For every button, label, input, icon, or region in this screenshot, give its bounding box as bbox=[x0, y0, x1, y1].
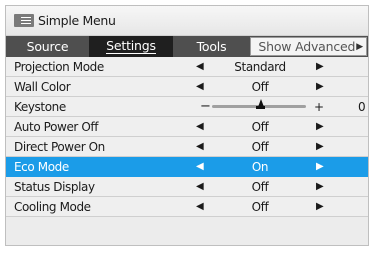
setting-label: Status Display bbox=[14, 179, 95, 194]
arrow-right-icon[interactable]: ▶ bbox=[316, 201, 324, 212]
tab-settings-label: Settings bbox=[106, 38, 156, 54]
arrow-right-icon[interactable]: ▶ bbox=[316, 161, 324, 172]
setting-value: Off bbox=[251, 199, 269, 214]
tab-source[interactable]: Source bbox=[6, 36, 89, 57]
setting-value: Off bbox=[251, 179, 269, 194]
setting-value: Off bbox=[251, 119, 269, 134]
setting-label: Direct Power On bbox=[14, 139, 105, 154]
setting-value: Off bbox=[251, 139, 269, 154]
menu-header: Simple Menu bbox=[6, 6, 368, 36]
setting-row-wall-color[interactable]: Wall Color ◀ Off ▶ bbox=[6, 77, 368, 97]
setting-value: 0 bbox=[358, 99, 366, 114]
setting-label: Projection Mode bbox=[14, 59, 104, 74]
menu-title: Simple Menu bbox=[38, 13, 116, 28]
setting-value: Off bbox=[251, 79, 269, 94]
menu-icon bbox=[14, 14, 34, 27]
tab-source-label: Source bbox=[26, 39, 69, 54]
setting-value: Standard bbox=[234, 59, 286, 74]
minus-icon[interactable]: − bbox=[200, 99, 211, 114]
plus-icon[interactable]: + bbox=[314, 100, 324, 114]
show-advanced-label: Show Advanced bbox=[258, 39, 356, 54]
arrow-right-icon[interactable]: ▶ bbox=[316, 121, 324, 132]
setting-label: Auto Power Off bbox=[14, 119, 99, 134]
arrow-right-icon[interactable]: ▶ bbox=[316, 81, 324, 92]
keystone-slider-thumb-base[interactable] bbox=[256, 106, 265, 109]
setting-value: On bbox=[251, 159, 269, 174]
setting-row-keystone[interactable]: Keystone − + 0 bbox=[6, 97, 368, 117]
setting-label: Cooling Mode bbox=[14, 199, 91, 214]
setting-row-direct-power-on[interactable]: Direct Power On ◀ Off ▶ bbox=[6, 137, 368, 157]
tab-tools[interactable]: Tools bbox=[173, 36, 250, 57]
tab-bar: Source Settings Tools Show Advanced ▶ bbox=[6, 36, 368, 57]
arrow-right-icon[interactable]: ▶ bbox=[316, 141, 324, 152]
setting-label: Eco Mode bbox=[14, 159, 69, 174]
triangle-right-icon: ▶ bbox=[356, 41, 363, 52]
setting-row-auto-power-off[interactable]: Auto Power Off ◀ Off ▶ bbox=[6, 117, 368, 137]
arrow-right-icon[interactable]: ▶ bbox=[316, 181, 324, 192]
setting-row-cooling-mode[interactable]: Cooling Mode ◀ Off ▶ bbox=[6, 197, 368, 217]
setting-label: Wall Color bbox=[14, 79, 71, 94]
show-advanced-button[interactable]: Show Advanced ▶ bbox=[250, 37, 367, 56]
tab-tools-label: Tools bbox=[196, 39, 227, 54]
simple-menu-window: Simple Menu Source Settings Tools Show A… bbox=[5, 5, 369, 246]
arrow-right-icon[interactable]: ▶ bbox=[316, 61, 324, 72]
tab-settings[interactable]: Settings bbox=[89, 36, 173, 57]
setting-row-status-display[interactable]: Status Display ◀ Off ▶ bbox=[6, 177, 368, 197]
setting-label: Keystone bbox=[14, 99, 66, 114]
setting-row-projection-mode[interactable]: Projection Mode ◀ Standard ▶ bbox=[6, 57, 368, 77]
setting-row-eco-mode[interactable]: Eco Mode ◀ On ▶ bbox=[6, 157, 368, 177]
settings-list: Projection Mode ◀ Standard ▶ Wall Color … bbox=[6, 57, 368, 217]
